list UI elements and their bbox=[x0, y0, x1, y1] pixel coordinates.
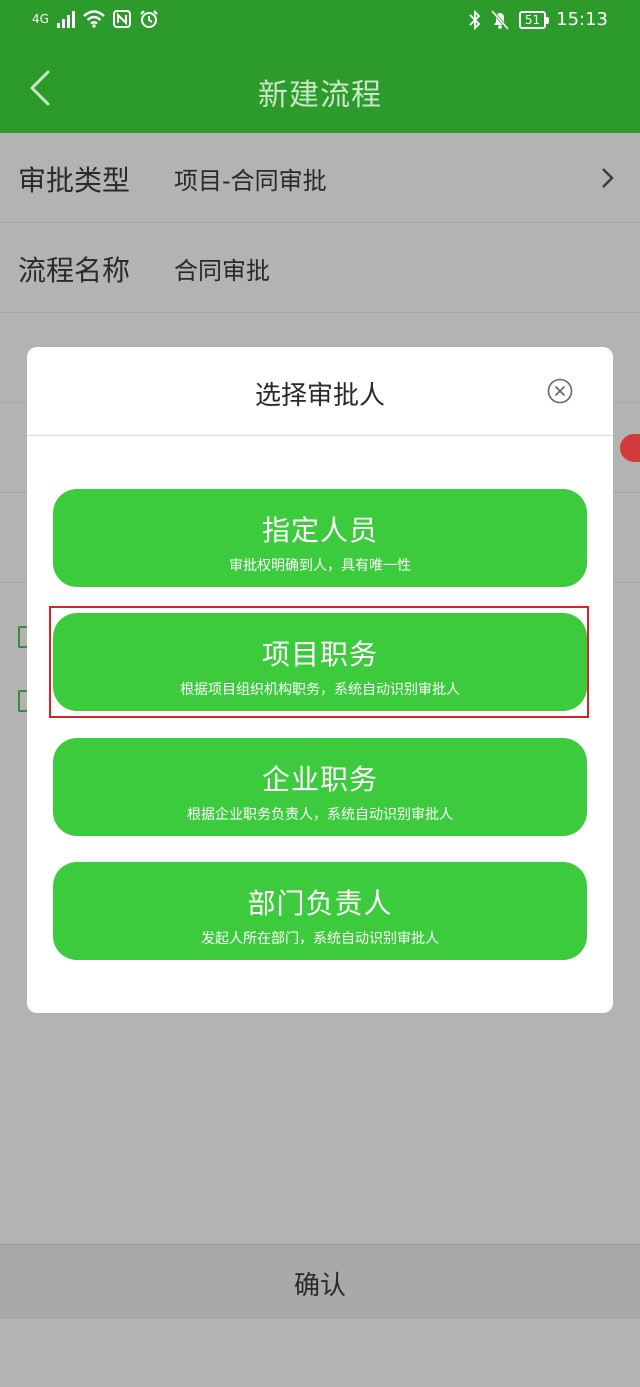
confirm-label: 确认 bbox=[293, 1271, 346, 1301]
signal-icon bbox=[56, 10, 75, 28]
form-row-process-name[interactable]: 流程名称 合同审批 bbox=[0, 223, 640, 313]
status-right: 51 15:13 bbox=[469, 9, 608, 30]
option-title: 部门负责人 bbox=[247, 887, 393, 920]
chevron-right-icon bbox=[602, 168, 614, 188]
select-approver-dialog: 选择审批人 指定人员 审批权明确到人，具有唯一性 项目职务 根据项目组织机构职务… bbox=[27, 347, 613, 1013]
bluetooth-icon bbox=[469, 9, 481, 30]
option-department-head-button[interactable]: 部门负责人 发起人所在部门，系统自动识别审批人 bbox=[53, 862, 587, 960]
battery-level: 51 bbox=[518, 10, 550, 29]
option-enterprise-position-button[interactable]: 企业职务 根据企业职务负责人，系统自动识别审批人 bbox=[53, 738, 587, 836]
page-title: 新建流程 bbox=[258, 78, 382, 113]
mute-bell-icon bbox=[490, 9, 509, 30]
confirm-button[interactable]: 确认 bbox=[0, 1244, 640, 1319]
option-subtitle: 根据企业职务负责人，系统自动识别审批人 bbox=[187, 807, 453, 823]
network-type: 4G bbox=[32, 12, 49, 26]
selection-highlight bbox=[49, 606, 589, 718]
option-subtitle: 发起人所在部门，系统自动识别审批人 bbox=[201, 931, 439, 947]
dialog-divider bbox=[27, 435, 613, 436]
option-designated-person-button[interactable]: 指定人员 审批权明确到人，具有唯一性 bbox=[53, 489, 587, 587]
option-subtitle: 审批权明确到人，具有唯一性 bbox=[229, 558, 411, 574]
row-value: 项目-合同审批 bbox=[174, 167, 327, 195]
system-nav-bar bbox=[0, 1319, 640, 1387]
status-badge bbox=[620, 434, 640, 462]
nfc-icon bbox=[112, 10, 131, 28]
row-value: 合同审批 bbox=[174, 257, 270, 285]
form-row-approval-type[interactable]: 审批类型 项目-合同审批 bbox=[0, 133, 640, 223]
status-left: 4G bbox=[32, 9, 159, 29]
option-title: 指定人员 bbox=[261, 514, 378, 547]
dialog-title: 选择审批人 bbox=[254, 381, 385, 411]
row-label: 审批类型 bbox=[18, 164, 131, 197]
wifi-icon bbox=[83, 10, 105, 28]
alarm-icon bbox=[140, 10, 158, 28]
status-time: 15:13 bbox=[556, 9, 608, 30]
app-header: 新建流程 bbox=[0, 44, 640, 133]
status-bar: 4G 51 15:13 bbox=[0, 0, 640, 44]
option-title: 企业职务 bbox=[261, 763, 378, 796]
close-circle-icon[interactable] bbox=[547, 378, 573, 404]
row-label: 流程名称 bbox=[18, 254, 131, 287]
